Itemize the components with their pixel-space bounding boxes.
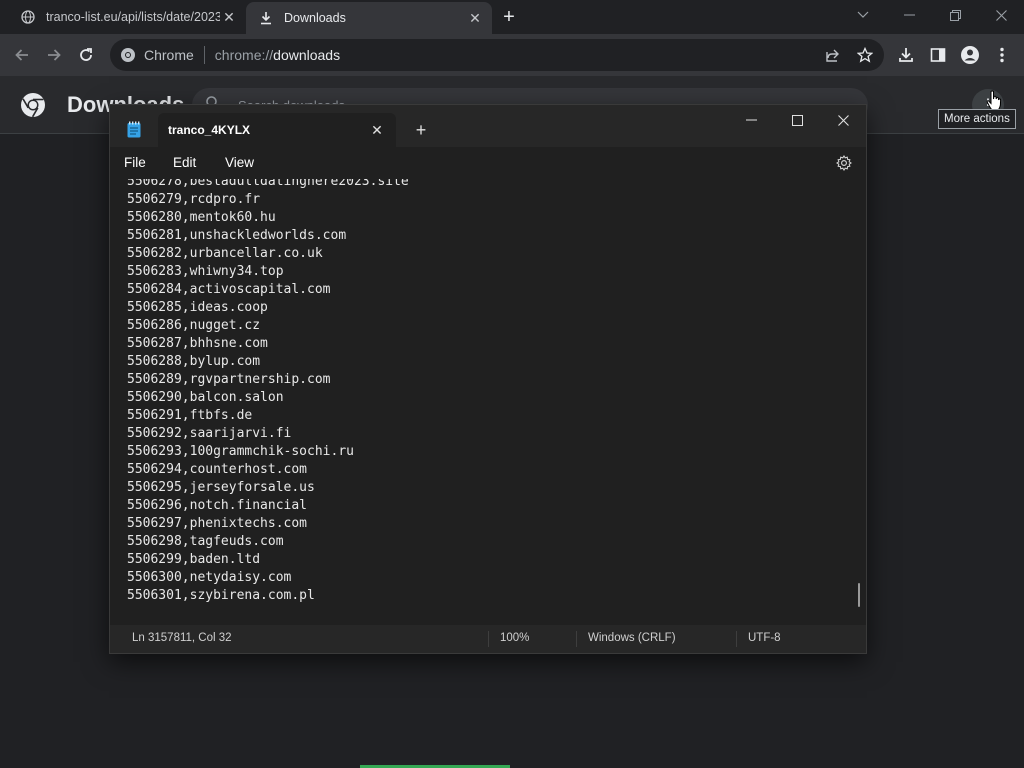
url-scheme: chrome:// xyxy=(214,47,274,63)
notepad-new-tab-button[interactable]: + xyxy=(412,121,430,139)
globe-icon xyxy=(20,9,36,25)
notepad-tab[interactable]: tranco_4KYLX ✕ xyxy=(158,113,396,147)
text-line: 5506278,bestadultdatinghere2023.site xyxy=(127,179,409,189)
cursor-position: Ln 3157811, Col 32 xyxy=(132,632,232,644)
status-separator xyxy=(736,631,737,647)
more-actions-tooltip: More actions xyxy=(938,109,1016,129)
text-line: 5506292,saarijarvi.fi xyxy=(127,426,292,441)
chrome-menu-button[interactable] xyxy=(989,42,1015,68)
text-line: 5506281,unshackledworlds.com xyxy=(127,228,347,243)
text-line: 5506288,bylup.com xyxy=(127,354,261,369)
text-line: 5506283,whiwny34.top xyxy=(127,264,284,279)
text-editor-area[interactable]: 5506278,bestadultdatinghere2023.site 5506… xyxy=(110,179,866,625)
notepad-titlebar: tranco_4KYLX ✕ + xyxy=(110,105,866,147)
site-chip-label: Chrome xyxy=(144,47,194,63)
url-host: downloads xyxy=(273,47,341,63)
kebab-menu-icon xyxy=(1000,47,1004,63)
site-chip[interactable]: Chrome xyxy=(110,47,194,63)
tab-title: tranco-list.eu/api/lists/date/2023 xyxy=(46,10,220,24)
encoding[interactable]: UTF-8 xyxy=(748,632,781,644)
maximize-icon[interactable] xyxy=(774,105,820,135)
back-button[interactable] xyxy=(9,42,35,68)
text-line: 5506299,baden.ltd xyxy=(127,552,261,567)
side-panel-icon xyxy=(930,48,946,62)
text-line: 5506282,urbancellar.co.uk xyxy=(127,246,323,261)
omnibox-separator xyxy=(203,46,205,64)
notepad-window: tranco_4KYLX ✕ + File Edit View 5506278,… xyxy=(109,104,867,654)
avatar-icon xyxy=(961,46,979,64)
text-line: 5506284,activoscapital.com xyxy=(127,282,331,297)
new-tab-button[interactable]: + xyxy=(498,6,520,28)
text-line: 5506285,ideas.coop xyxy=(127,300,268,315)
text-line: 5506294,counterhost.com xyxy=(127,462,308,477)
tab-downloads[interactable]: Downloads ✕ xyxy=(246,2,492,34)
text-line: 5506295,jerseyforsale.us xyxy=(127,480,315,495)
chrome-icon xyxy=(121,48,135,62)
share-icon[interactable] xyxy=(820,42,846,68)
tab-title: Downloads xyxy=(284,11,346,25)
reload-button[interactable] xyxy=(73,42,99,68)
text-line: 5506298,tagfeuds.com xyxy=(127,534,284,549)
download-icon xyxy=(899,48,913,62)
minimize-icon[interactable] xyxy=(728,105,774,135)
chevron-down-icon[interactable] xyxy=(840,0,886,30)
bookmark-star-icon[interactable] xyxy=(852,42,878,68)
text-line: 5506280,mentok60.hu xyxy=(127,210,276,225)
text-line: 5506293,100grammchik-sochi.ru xyxy=(127,444,354,459)
notepad-tab-title: tranco_4KYLX xyxy=(168,123,251,137)
text-line: 5506286,nugget.cz xyxy=(127,318,261,333)
profile-button[interactable] xyxy=(957,42,983,68)
address-bar[interactable]: Chrome chrome://downloads xyxy=(110,39,884,71)
minimize-icon[interactable] xyxy=(886,0,932,30)
reload-icon xyxy=(80,48,92,61)
status-separator xyxy=(576,631,577,647)
zoom-level[interactable]: 100% xyxy=(500,632,529,644)
notepad-app-icon xyxy=(127,121,141,138)
menu-file[interactable]: File xyxy=(124,155,146,170)
omnibox-actions xyxy=(814,42,878,68)
editor-lines: 5506278,bestadultdatinghere2023.site 5506… xyxy=(127,179,409,605)
download-icon xyxy=(258,10,274,26)
text-line: 5506279,rcdpro.fr xyxy=(127,192,261,207)
tab-tranco-api[interactable]: tranco-list.eu/api/lists/date/2023 ✕ xyxy=(8,0,246,34)
browser-toolbar: Chrome chrome://downloads xyxy=(0,34,1024,76)
arrow-right-icon xyxy=(48,49,61,61)
text-line: 5506300,netydaisy.com xyxy=(127,570,292,585)
close-icon[interactable] xyxy=(820,105,866,135)
menu-edit[interactable]: Edit xyxy=(173,155,196,170)
line-ending[interactable]: Windows (CRLF) xyxy=(588,632,676,644)
vertical-scrollbar[interactable] xyxy=(858,583,860,607)
downloads-button[interactable] xyxy=(893,42,919,68)
arrow-left-icon xyxy=(15,49,28,61)
gear-icon[interactable] xyxy=(836,155,852,171)
chrome-logo-icon xyxy=(21,93,45,118)
notepad-menubar: File Edit View xyxy=(110,147,866,179)
side-panel-button[interactable] xyxy=(925,42,951,68)
browser-tab-strip: tranco-list.eu/api/lists/date/2023 ✕ Dow… xyxy=(0,0,1024,34)
window-controls xyxy=(840,0,1024,30)
text-line: 5506289,rgvpartnership.com xyxy=(127,372,331,387)
forward-button[interactable] xyxy=(41,42,67,68)
text-line: 5506291,ftbfs.de xyxy=(127,408,253,423)
close-icon[interactable] xyxy=(978,0,1024,30)
notepad-window-controls xyxy=(728,105,866,135)
close-tab-icon[interactable]: ✕ xyxy=(466,9,484,27)
restore-icon[interactable] xyxy=(932,0,978,30)
close-tab-icon[interactable]: ✕ xyxy=(368,121,386,139)
text-line: 5506287,bhhsne.com xyxy=(127,336,268,351)
text-line: 5506301,szybirena.com.pl xyxy=(127,588,315,603)
close-tab-icon[interactable]: ✕ xyxy=(220,8,238,26)
text-line: 5506296,notch.financial xyxy=(127,498,308,513)
notepad-statusbar: Ln 3157811, Col 32 100% Windows (CRLF) U… xyxy=(110,625,866,653)
status-separator xyxy=(488,631,489,647)
menu-view[interactable]: View xyxy=(225,155,254,170)
text-line: 5506297,phenixtechs.com xyxy=(127,516,308,531)
text-line: 5506290,balcon.salon xyxy=(127,390,284,405)
